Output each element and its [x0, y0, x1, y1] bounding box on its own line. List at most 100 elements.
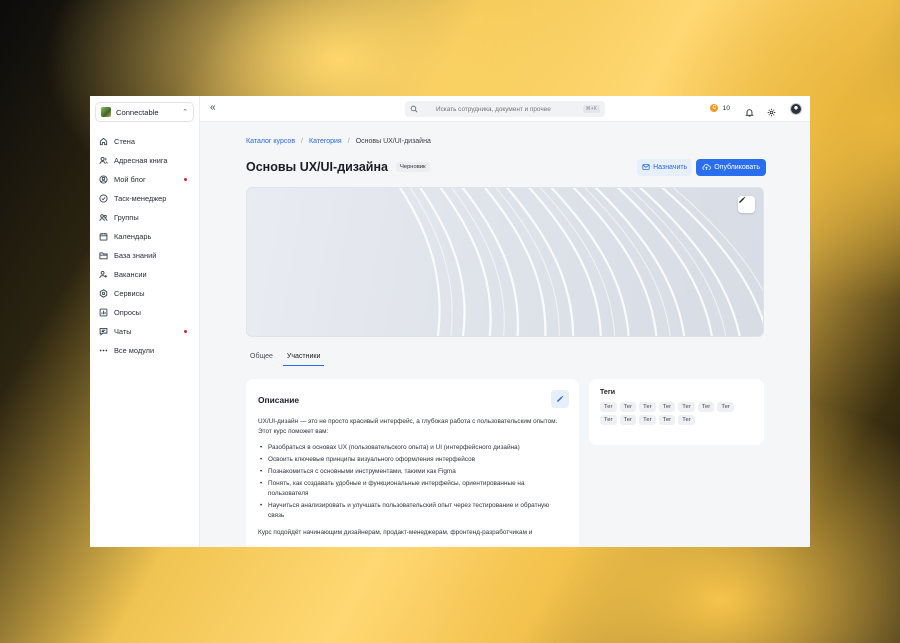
more-dots-icon: [99, 346, 108, 355]
description-card: Описание UX/UI-дизайн — это не просто кр…: [246, 379, 579, 547]
pencil-icon: [739, 196, 746, 203]
edit-description-button[interactable]: [551, 390, 569, 408]
search-input[interactable]: [436, 105, 566, 113]
tag-chip[interactable]: Тег: [658, 415, 676, 425]
sidebar-item-groups[interactable]: Группы: [95, 208, 194, 227]
publish-button[interactable]: Опубликовать: [696, 158, 766, 176]
sidebar-item-task-manager[interactable]: Таск-менеджер: [95, 189, 194, 208]
sidebar-item-address-book[interactable]: Адресная книга: [95, 151, 194, 170]
tag-chip[interactable]: Тег: [658, 402, 676, 412]
description-intro: UX/UI-дизайн — это не просто красивый ин…: [258, 418, 558, 435]
search-shortcut: ⌘+K: [582, 105, 600, 113]
notification-dot: [184, 178, 187, 181]
sidebar-item-services[interactable]: Сервисы: [95, 284, 194, 303]
chat-icon: [99, 327, 108, 336]
tags-list: Тег Тег Тег Тег Тег Тег Тег Тег Тег Тег …: [600, 402, 750, 425]
home-icon: [99, 137, 108, 146]
tab-participants[interactable]: Участники: [282, 350, 325, 366]
list-item: Освоить ключевые принципы визуального оф…: [258, 455, 563, 465]
tab-general[interactable]: Общее: [246, 350, 277, 366]
sidebar-item-label: Все модули: [114, 346, 155, 355]
tag-chip[interactable]: Тег: [600, 402, 617, 412]
list-item: Познакомиться с основными инструментами,…: [258, 467, 563, 477]
tag-chip[interactable]: Тег: [619, 402, 637, 412]
list-item: Разобраться в основах UX (пользовательск…: [258, 443, 563, 453]
cards-row: Описание UX/UI-дизайн — это не просто кр…: [246, 379, 766, 547]
publish-button-label: Опубликовать: [714, 163, 760, 171]
title-row: Основы UX/UI-дизайна Черновик Назначить …: [246, 157, 766, 177]
sidebar-item-chats[interactable]: Чаты: [95, 322, 194, 341]
avatar[interactable]: [790, 103, 802, 115]
tabs: Общее Участники: [246, 350, 766, 367]
notification-dot: [184, 330, 187, 333]
sidebar: Connectable ⌃ Стена Адресная книга Мой б…: [90, 96, 200, 547]
sidebar-item-label: Сервисы: [114, 289, 145, 298]
bell-icon[interactable]: [745, 104, 754, 122]
cover-wave-pattern: [398, 188, 763, 336]
tag-chip[interactable]: Тег: [619, 415, 637, 425]
tag-chip[interactable]: Тег: [639, 415, 656, 425]
sidebar-item-label: Опросы: [114, 308, 141, 317]
sidebar-item-polls[interactable]: Опросы: [95, 303, 194, 322]
sidebar-item-label: База знаний: [114, 251, 157, 260]
sidebar-item-my-blog[interactable]: Мой блог: [95, 170, 194, 189]
sidebar-item-label: Вакансии: [114, 270, 147, 279]
blog-icon: [99, 175, 108, 184]
coin-icon: C: [710, 104, 719, 112]
services-icon: [99, 289, 108, 298]
sidebar-item-label: Чаты: [114, 327, 132, 336]
chevron-updown-icon: ⌃: [182, 108, 188, 116]
tag-chip[interactable]: Тег: [639, 402, 656, 412]
tag-chip[interactable]: Тег: [697, 402, 715, 412]
search-icon: [410, 105, 418, 113]
topbar: « ⌘+K C 10: [200, 96, 810, 122]
calendar-icon: [99, 232, 108, 241]
polls-icon: [99, 308, 108, 317]
coins-balance[interactable]: C 10: [710, 104, 730, 112]
main-area: « ⌘+K C 10 Каталог курсов / Категор: [200, 96, 810, 547]
description-outro: Курс подойдёт начинающим дизайнерам, про…: [258, 529, 533, 536]
breadcrumb-link-category[interactable]: Категория: [309, 138, 342, 145]
groups-icon: [99, 213, 108, 222]
description-points: Разобраться в основах UX (пользовательск…: [258, 443, 567, 521]
collapse-sidebar-icon[interactable]: «: [210, 103, 216, 113]
app-window: Connectable ⌃ Стена Адресная книга Мой б…: [90, 96, 810, 547]
tag-chip[interactable]: Тег: [600, 415, 617, 425]
page-content: Каталог курсов / Категория / Основы UX/U…: [246, 122, 766, 547]
cloud-upload-icon: [702, 164, 712, 170]
sidebar-item-label: Группы: [114, 213, 139, 222]
search-bar[interactable]: ⌘+K: [405, 101, 605, 117]
sidebar-item-knowledge-base[interactable]: База знаний: [95, 246, 194, 265]
assign-button[interactable]: Назначить: [637, 158, 693, 176]
pencil-icon: [557, 395, 564, 402]
tag-chip[interactable]: Тег: [678, 402, 695, 412]
breadcrumb-separator: /: [347, 138, 350, 145]
coin-count: 10: [722, 104, 730, 112]
sidebar-item-label: Таск-менеджер: [114, 194, 167, 203]
breadcrumb-link-catalog[interactable]: Каталог курсов: [246, 138, 295, 145]
sidebar-item-vacancies[interactable]: Вакансии: [95, 265, 194, 284]
breadcrumb-current: Основы UX/UI-дизайна: [355, 138, 431, 145]
sidebar-item-all-modules[interactable]: Все модули: [95, 341, 194, 360]
assign-button-label: Назначить: [653, 163, 688, 171]
list-item: Понять, как создавать удобные и функцион…: [258, 479, 563, 499]
org-logo: [101, 107, 111, 117]
vacancy-icon: [99, 270, 108, 279]
description-title: Описание: [258, 395, 300, 405]
sidebar-item-label: Календарь: [114, 232, 152, 241]
status-badge: Черновик: [396, 162, 430, 172]
tags-title: Теги: [600, 389, 616, 396]
edit-cover-button[interactable]: [738, 196, 755, 213]
tags-card: Теги Тег Тег Тег Тег Тег Тег Тег Тег Тег…: [589, 379, 764, 445]
sidebar-item-calendar[interactable]: Календарь: [95, 227, 194, 246]
breadcrumb-separator: /: [301, 138, 303, 145]
contacts-icon: [99, 156, 108, 165]
breadcrumb: Каталог курсов / Категория / Основы UX/U…: [246, 138, 766, 145]
tag-chip[interactable]: Тег: [678, 415, 695, 425]
org-switcher[interactable]: Connectable ⌃: [95, 102, 194, 122]
mail-icon: [642, 164, 650, 170]
tag-chip[interactable]: Тег: [717, 402, 734, 412]
gear-icon[interactable]: [767, 104, 776, 122]
sidebar-item-label: Стена: [114, 137, 135, 146]
sidebar-item-wall[interactable]: Стена: [95, 132, 194, 151]
